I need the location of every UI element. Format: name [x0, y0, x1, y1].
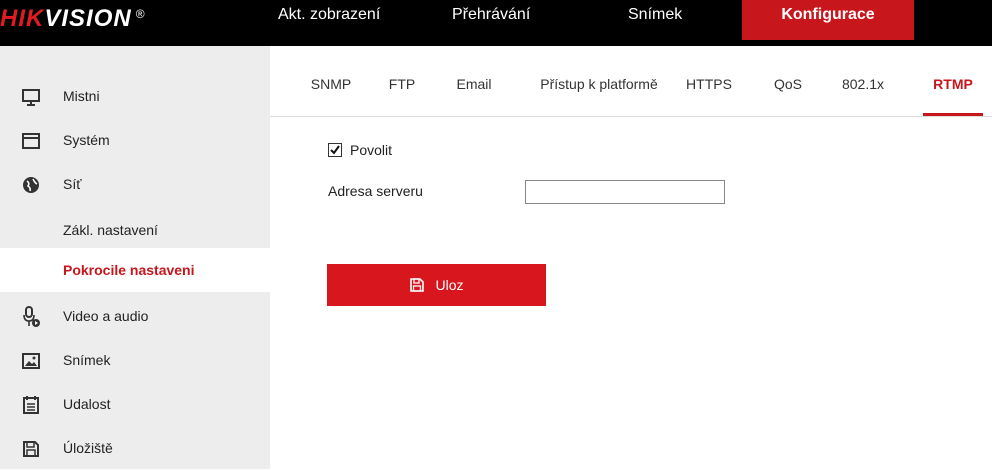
hikvision-logo: HIK VISION ®: [0, 5, 146, 32]
tab-platform-access[interactable]: Přístup k platformě: [528, 76, 670, 116]
sidebar-item-label: Snímek: [63, 352, 111, 368]
floppy-icon: [409, 277, 425, 293]
window-icon: [20, 130, 42, 152]
save-button[interactable]: Uloz: [327, 264, 546, 306]
settings-tabs: SNMP FTP Email Přístup k platformě HTTPS…: [270, 46, 992, 117]
sidebar-item-local[interactable]: Mistni: [0, 74, 270, 118]
sidebar-item-label: Udalost: [63, 396, 111, 412]
tab-rtmp[interactable]: RTMP: [923, 76, 983, 116]
tab-email[interactable]: Email: [454, 76, 494, 116]
sidebar-item-event[interactable]: Udalost: [0, 382, 270, 426]
server-address-label: Adresa serveru: [328, 183, 423, 199]
topnav-picture[interactable]: Snímek: [628, 0, 708, 40]
sidebar-item-label: Systém: [63, 132, 110, 148]
sidebar-item-label: Zákl. nastavení: [63, 222, 158, 238]
sidebar-item-label: Úložiště: [63, 440, 113, 456]
enable-checkbox-row[interactable]: Povolit: [328, 142, 392, 158]
server-address-input[interactable]: [525, 180, 725, 204]
topnav-configuration[interactable]: Konfigurace: [742, 0, 914, 40]
sidebar-item-label: Pokrocile nastaveni: [63, 262, 195, 278]
tab-snmp[interactable]: SNMP: [310, 76, 352, 116]
enable-checkbox[interactable]: [328, 143, 342, 157]
sidebar-item-image[interactable]: Snímek: [0, 338, 270, 382]
image-icon: [20, 350, 42, 372]
sidebar: Mistni Systém Síť Zákl. nastavení Pokroc…: [0, 46, 270, 469]
tab-qos[interactable]: QoS: [769, 76, 807, 116]
topnav-playback[interactable]: Přehrávání: [452, 0, 562, 40]
floppy-icon: [20, 438, 42, 460]
top-navigation-bar: HIK VISION ® Akt. zobrazení Přehrávání Sní…: [0, 0, 992, 46]
microphone-icon: [20, 306, 42, 328]
save-button-label: Uloz: [435, 277, 464, 293]
globe-icon: [20, 174, 42, 196]
enable-label: Povolit: [350, 142, 393, 158]
sidebar-item-label: Mistni: [63, 88, 100, 104]
tab-ftp[interactable]: FTP: [386, 76, 418, 116]
topnav-live-view[interactable]: Akt. zobrazení: [278, 0, 388, 40]
tab-https[interactable]: HTTPS: [684, 76, 734, 116]
sidebar-item-network[interactable]: Síť: [0, 162, 270, 206]
sidebar-item-system[interactable]: Systém: [0, 118, 270, 162]
sidebar-item-video-audio[interactable]: Video a audio: [0, 294, 270, 338]
tab-8021x[interactable]: 802.1x: [838, 76, 888, 116]
sidebar-item-label: Video a audio: [63, 308, 149, 324]
sidebar-item-label: Síť: [63, 176, 82, 192]
sidebar-subitem-advanced-settings[interactable]: Pokrocile nastaveni: [0, 248, 270, 292]
sidebar-item-storage[interactable]: Úložiště: [0, 426, 270, 470]
sidebar-subitem-basic-settings[interactable]: Zákl. nastavení: [0, 208, 270, 252]
calendar-icon: [20, 394, 42, 416]
monitor-icon: [20, 86, 42, 108]
